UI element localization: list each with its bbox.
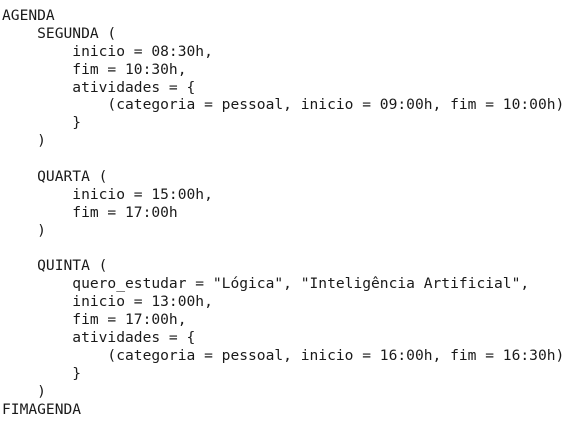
code-line-quinta-atividade: (categoria = pessoal, inicio = 16:00h, f… <box>2 346 565 364</box>
code-line-segunda-fim: fim = 10:30h, <box>2 60 187 78</box>
code-line-segunda-atividades-open: atividades = { <box>2 78 196 96</box>
code-line-quarta-inicio: inicio = 15:00h, <box>2 185 213 203</box>
code-line-segunda-atividade: (categoria = pessoal, inicio = 09:00h, f… <box>2 96 565 114</box>
code-line-segunda-close: ) <box>2 132 46 150</box>
code-line-quinta-inicio: inicio = 13:00h, <box>2 293 213 311</box>
code-line-quinta-atividades-close: } <box>2 364 82 382</box>
code-line-quarta-close: ) <box>2 221 46 239</box>
code-line-segunda-open: SEGUNDA ( <box>2 24 117 42</box>
code-block: AGENDA SEGUNDA ( inicio = 08:30h, fim = … <box>2 7 564 418</box>
code-line-segunda-atividades-close: } <box>2 114 82 132</box>
code-line-agenda-end: FIMAGENDA <box>2 400 82 418</box>
code-line-quinta-fim: fim = 17:00h, <box>2 311 187 329</box>
code-line-quinta-quero-estudar: quero_estudar = "Lógica", "Inteligência … <box>2 275 530 293</box>
code-line-quinta-open: QUINTA ( <box>2 257 108 275</box>
code-line-segunda-inicio: inicio = 08:30h, <box>2 42 213 60</box>
code-line-agenda-start: AGENDA <box>2 7 55 24</box>
code-line-quinta-atividades-open: atividades = { <box>2 329 196 347</box>
code-line-quarta-fim: fim = 17:00h <box>2 203 178 221</box>
code-line-quinta-close: ) <box>2 382 46 400</box>
code-line-quarta-open: QUARTA ( <box>2 168 108 186</box>
